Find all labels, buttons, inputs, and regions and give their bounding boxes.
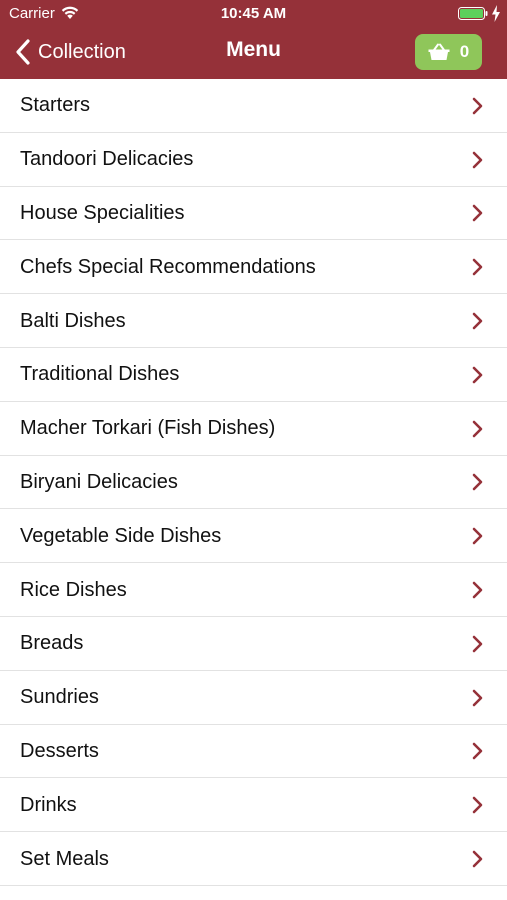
- menu-item-label: Biryani Delicacies: [20, 470, 178, 493]
- chevron-right-icon: [472, 474, 483, 491]
- menu-item-label: Tandoori Delicacies: [20, 148, 194, 171]
- status-bar: Carrier 10:45 AM: [0, 0, 507, 28]
- menu-item-label: Set Meals: [20, 847, 109, 870]
- menu-item-balti-dishes[interactable]: Balti Dishes: [0, 294, 507, 348]
- chevron-right-icon: [472, 527, 483, 545]
- menu-item-label: House Specialities: [20, 201, 185, 224]
- menu-item-label: Balti Dishes: [20, 309, 126, 332]
- menu-item-traditional-dishes[interactable]: Traditional Dishes: [0, 347, 507, 402]
- menu-item-label: Sundries: [20, 686, 99, 709]
- chevron-right-icon: [472, 420, 483, 437]
- menu-item-sundries[interactable]: Sundries: [0, 670, 507, 725]
- menu-item-label: Vegetable Side Dishes: [20, 524, 222, 547]
- chevron-right-icon: [472, 151, 483, 168]
- basket-icon: [428, 43, 450, 60]
- charging-bolt-icon: [492, 5, 500, 22]
- chevron-right-icon: [472, 581, 483, 599]
- menu-item-rice-dishes[interactable]: Rice Dishes: [0, 563, 507, 617]
- chevron-right-icon: [472, 205, 483, 222]
- menu-item-drinks[interactable]: Drinks: [0, 778, 507, 833]
- menu-item-breads[interactable]: Breads: [0, 616, 507, 671]
- chevron-right-icon: [472, 97, 483, 115]
- menu-item-label: Drinks: [20, 793, 77, 816]
- status-time: 10:45 AM: [220, 5, 287, 22]
- menu-item-label: Chefs Special Recommendations: [20, 255, 316, 278]
- cart-count: 0: [459, 42, 470, 61]
- menu-item-biryani-delicacies[interactable]: Biryani Delicacies: [0, 455, 507, 510]
- menu-item-set-meals[interactable]: Set Meals: [0, 832, 507, 886]
- chevron-right-icon: [472, 312, 483, 330]
- menu-item-chefs-special-recommendations[interactable]: Chefs Special Recommendations: [0, 240, 507, 295]
- header: Carrier 10:45 AM Collection Menu 0: [0, 0, 507, 79]
- menu-item-vegetable-side-dishes[interactable]: Vegetable Side Dishes: [0, 509, 507, 564]
- menu-item-label: Macher Torkari (Fish Dishes): [20, 417, 276, 440]
- menu-list: Starters Tandoori Delicacies House Speci…: [0, 79, 507, 886]
- menu-item-label: Desserts: [20, 739, 99, 762]
- chevron-right-icon: [472, 796, 483, 814]
- chevron-right-icon: [472, 258, 483, 276]
- chevron-right-icon: [472, 689, 483, 706]
- menu-item-starters[interactable]: Starters: [0, 79, 507, 133]
- chevron-right-icon: [472, 635, 483, 653]
- chevron-right-icon: [472, 743, 483, 760]
- menu-item-label: Starters: [20, 94, 91, 117]
- chevron-right-icon: [472, 366, 483, 384]
- menu-item-label: Breads: [20, 632, 84, 655]
- menu-item-house-specialities[interactable]: House Specialities: [0, 186, 507, 241]
- menu-item-tandoori-delicacies[interactable]: Tandoori Delicacies: [0, 132, 507, 187]
- menu-item-label: Rice Dishes: [20, 578, 127, 601]
- cart-button[interactable]: 0: [415, 34, 482, 70]
- menu-item-macher-torkari[interactable]: Macher Torkari (Fish Dishes): [0, 401, 507, 456]
- menu-item-label: Traditional Dishes: [20, 363, 180, 386]
- chevron-right-icon: [472, 850, 483, 868]
- battery-full-icon: [458, 7, 488, 20]
- menu-item-desserts[interactable]: Desserts: [0, 724, 507, 779]
